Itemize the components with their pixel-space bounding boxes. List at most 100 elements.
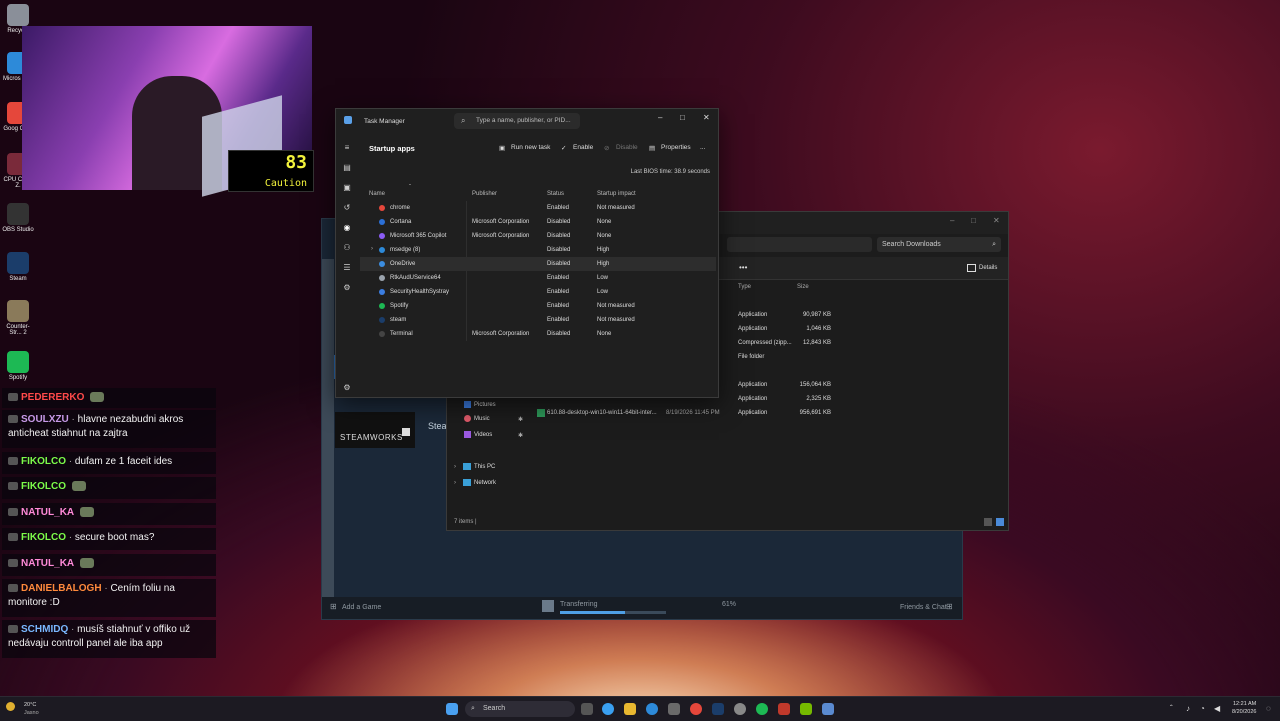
chat-username[interactable]: SCHMIDQ [21, 624, 68, 635]
column-status[interactable]: Status [547, 191, 564, 197]
startup-apps-icon[interactable]: ◉ [342, 223, 352, 233]
desktop-icon[interactable]: Spotify [2, 351, 34, 381]
services-icon[interactable]: ⚙ [342, 283, 352, 293]
maximize-icon[interactable]: □ [680, 113, 685, 122]
friends-chat-button[interactable]: Friends & Chat [900, 604, 947, 611]
minimize-icon[interactable]: – [950, 216, 954, 225]
tiles-view-icon[interactable] [996, 518, 1004, 526]
network-icon[interactable]: ◔ [1200, 704, 1205, 713]
chat-username[interactable]: SOULXZU [21, 414, 69, 425]
desktop-icon[interactable]: Steam [2, 252, 34, 282]
startup-app-row[interactable]: OneDrive Disabled High [360, 257, 716, 271]
startup-app-row[interactable]: Terminal Microsoft Corporation Disabled Non… [360, 327, 716, 341]
performance-icon[interactable]: ▣ [342, 183, 352, 193]
file-explorer-icon[interactable] [624, 703, 636, 715]
properties-button[interactable]: Properties [661, 144, 691, 151]
settings-icon[interactable]: ⚙ [342, 383, 352, 393]
process-search-input[interactable]: ⌕ Type a name, publisher, or PID... [454, 113, 580, 129]
close-icon[interactable]: ✕ [993, 216, 1000, 225]
task-manager-window[interactable]: Task Manager ⌕ Type a name, publisher, o… [335, 108, 719, 398]
edge-icon[interactable] [646, 703, 658, 715]
more-options-icon[interactable]: ••• [739, 263, 747, 272]
nav-music[interactable]: Music [474, 416, 490, 422]
column-size[interactable]: Size [797, 284, 809, 290]
weather-temp[interactable]: 20°C [24, 702, 36, 708]
startup-app-row[interactable]: chrome Enabled Not measured [360, 201, 716, 215]
close-icon[interactable]: ✕ [703, 113, 710, 122]
enable-button[interactable]: Enable [573, 144, 593, 151]
startup-app-row[interactable]: › msedge (8) Disabled High [360, 243, 716, 257]
steam-bottom-bar: ⊞ Add a Game Transferring 61% Friends & … [322, 597, 962, 619]
file-name[interactable]: 610.88-desktop-win10-win11-64bit-inter..… [547, 410, 657, 416]
more-options-button[interactable]: ... [700, 144, 705, 151]
nav-network[interactable]: Network [474, 480, 496, 486]
disable-button[interactable]: Disable [616, 144, 638, 151]
start-icon[interactable] [446, 703, 458, 715]
startup-app-row[interactable]: RtkAudUService64 Enabled Low [360, 271, 716, 285]
chevron-right-icon[interactable]: › [454, 464, 456, 470]
chat-username[interactable]: PEDERERKO [21, 392, 84, 403]
column-startup-impact[interactable]: Startup impact [597, 191, 636, 197]
steam-icon[interactable] [712, 703, 724, 715]
chat-message: NATUL_KA [2, 554, 216, 576]
chat-username[interactable]: NATUL_KA [21, 558, 74, 569]
details-view-icon[interactable] [984, 518, 992, 526]
address-bar[interactable] [727, 237, 872, 252]
details-icon[interactable]: ☰ [342, 263, 352, 273]
minimize-icon[interactable]: – [658, 113, 662, 122]
explorer-search-input[interactable]: Search Downloads ⌕ [877, 237, 1001, 252]
chat-username[interactable]: DANIELBALOGH [21, 583, 102, 594]
column-name[interactable]: Name [369, 191, 385, 197]
copilot-icon[interactable] [602, 703, 614, 715]
app-history-icon[interactable]: ↺ [342, 203, 352, 213]
processes-icon[interactable]: ▤ [342, 163, 352, 173]
volume-icon[interactable]: ◀ [1214, 704, 1220, 713]
explorer-search-placeholder: Search Downloads [882, 241, 941, 248]
column-type[interactable]: Type [738, 284, 751, 290]
details-button[interactable]: Details [979, 265, 997, 271]
nvidia-icon[interactable] [800, 703, 812, 715]
chat-username[interactable]: NATUL_KA [21, 507, 74, 518]
chrome-icon[interactable] [690, 703, 702, 715]
task-manager-taskbar-icon[interactable] [822, 703, 834, 715]
transfer-status[interactable]: Transferring [560, 601, 597, 608]
app-impact: High [597, 261, 610, 267]
task-view-icon[interactable] [581, 703, 593, 715]
spotify-icon[interactable] [756, 703, 768, 715]
chat-username[interactable]: FIKOLCO [21, 456, 66, 467]
store-icon[interactable] [668, 703, 680, 715]
startup-app-row[interactable]: Cortana Microsoft Corporation Disabled None [360, 215, 716, 229]
chevron-right-icon[interactable]: › [371, 246, 373, 252]
add-game-button[interactable]: Add a Game [342, 604, 381, 611]
startup-app-row[interactable]: Microsoft 365 Copilot Microsoft Corporati… [360, 229, 716, 243]
hamburger-icon[interactable]: ≡ [342, 143, 352, 153]
startup-app-row[interactable]: steam Enabled Not measured [360, 313, 716, 327]
startup-app-row[interactable]: Spotify Enabled Not measured [360, 299, 716, 313]
desktop-icon[interactable]: Counter-Str... 2 [2, 300, 34, 336]
startup-app-row[interactable]: SecurityHealthSystray Enabled Low [360, 285, 716, 299]
clock-time[interactable]: 12:21 AM [1233, 701, 1256, 707]
chevron-up-icon[interactable]: ˆ [1170, 704, 1173, 713]
clock-date[interactable]: 8/20/2026 [1232, 709, 1256, 715]
nav-pictures[interactable]: Pictures [474, 402, 496, 408]
app-icon [379, 261, 385, 267]
nav-videos[interactable]: Videos [474, 432, 492, 438]
settings-icon[interactable] [734, 703, 746, 715]
weather-icon[interactable] [6, 702, 15, 711]
microphone-icon[interactable]: ♪ [1186, 704, 1190, 713]
desktop-icon[interactable]: OBS Studio [2, 203, 34, 233]
nav-this-pc[interactable]: This PC [474, 464, 495, 470]
run-new-task-button[interactable]: Run new task [511, 144, 550, 151]
chat-username[interactable]: FIKOLCO [21, 481, 66, 492]
maximize-icon[interactable]: □ [971, 216, 976, 225]
notification-icon[interactable]: ◌ [1266, 704, 1271, 713]
antivirus-icon[interactable] [778, 703, 790, 715]
users-icon[interactable]: ⚇ [342, 243, 352, 253]
friends-add-icon[interactable]: ⊞ [946, 602, 953, 611]
column-publisher[interactable]: Publisher [472, 191, 497, 197]
weather-desc[interactable]: Jasno [24, 710, 39, 716]
taskbar-search[interactable]: ⌕ Search [465, 701, 575, 717]
chat-username[interactable]: FIKOLCO [21, 532, 66, 543]
desktop-app-icon [7, 203, 29, 225]
chevron-right-icon[interactable]: › [454, 480, 456, 486]
